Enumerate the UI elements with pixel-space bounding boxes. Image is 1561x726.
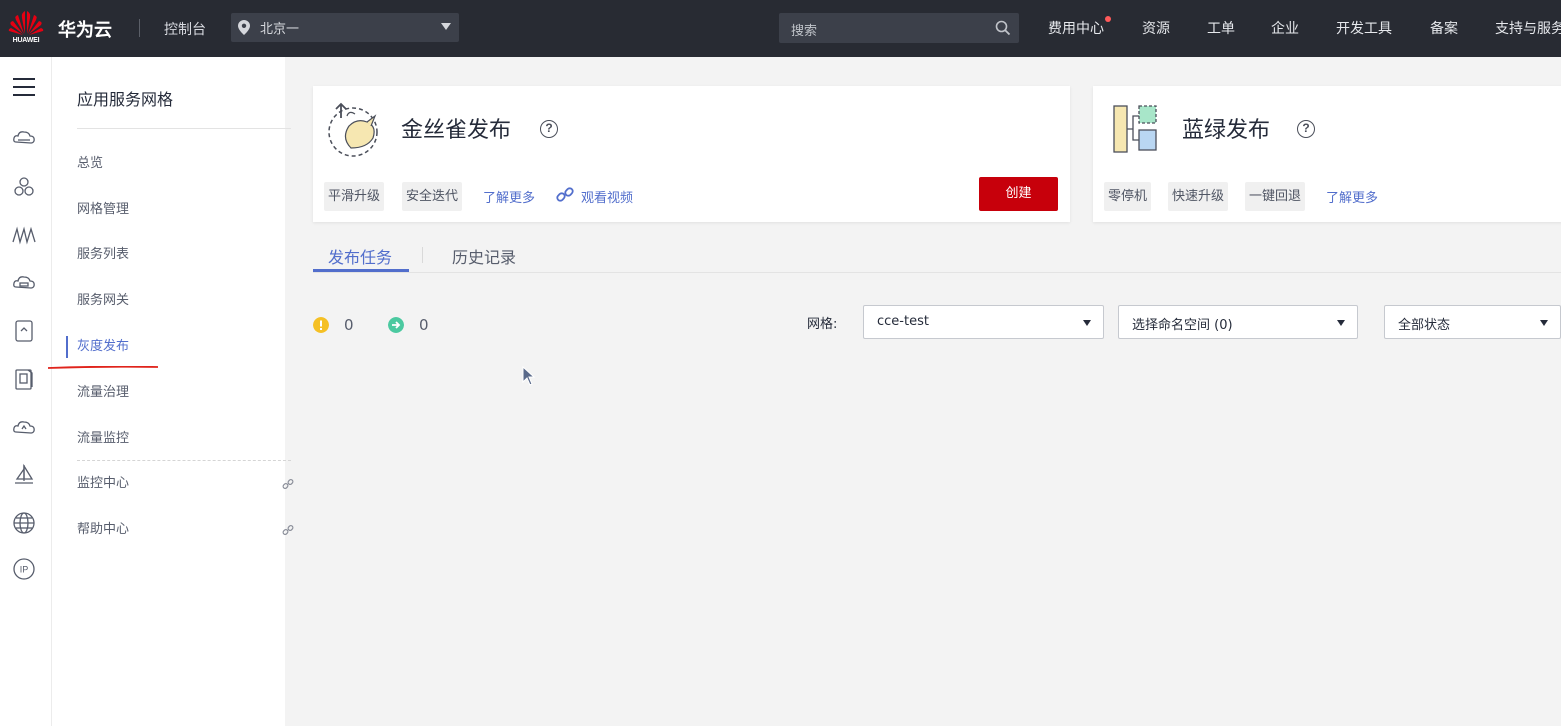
huawei-logo[interactable]: HUAWEI — [8, 10, 44, 48]
canary-release-card: 金丝雀发布 ? 平滑升级 安全迭代 了解更多 观看视频 创建 — [313, 86, 1070, 222]
help-icon[interactable]: ? — [540, 120, 558, 138]
sidebar-item-traffic-governance[interactable]: 流量治理 — [77, 382, 272, 404]
release-tabs: 发布任务 历史记录 — [313, 240, 1561, 273]
bg-tag-zero-downtime: 零停机 — [1104, 182, 1152, 211]
canary-tag-safe-iteration: 安全迭代 — [402, 182, 463, 211]
bg-learn-more-link[interactable]: 了解更多 — [1326, 187, 1378, 206]
status-select[interactable]: 全部状态 — [1384, 305, 1561, 339]
global-search-input[interactable]: 搜索 — [779, 13, 1019, 43]
brand-name[interactable]: 华为云 — [58, 16, 112, 42]
sidebar-item-help-center[interactable]: 帮助中心 — [77, 519, 294, 541]
bg-tag-one-click-rollback: 一键回退 — [1245, 182, 1306, 211]
blue-green-title: 蓝绿发布 — [1182, 118, 1271, 143]
logo-wordmark: HUAWEI — [12, 37, 40, 44]
cloud-refresh-icon[interactable] — [12, 415, 36, 439]
nav-tickets[interactable]: 工单 — [1207, 18, 1235, 38]
notification-dot — [1105, 16, 1111, 22]
link-icon — [556, 187, 574, 202]
canary-title: 金丝雀发布 — [401, 118, 512, 143]
mesh-filter-label: 网格: — [807, 317, 838, 332]
chevron-down-icon — [441, 23, 451, 30]
tab-release-tasks[interactable]: 发布任务 — [328, 244, 392, 268]
warning-count: 0 — [344, 316, 354, 334]
svg-text:IP: IP — [20, 565, 29, 575]
sidebar-item-gray-release[interactable]: 灰度发布 — [77, 336, 272, 358]
mouse-cursor-icon — [522, 366, 536, 386]
arrow-right-circle-icon — [388, 317, 404, 333]
active-tab-underline — [313, 269, 409, 272]
sidebar-item-service-list[interactable]: 服务列表 — [77, 244, 272, 266]
sidebar-item-service-gateway[interactable]: 服务网关 — [77, 290, 272, 312]
ip-icon[interactable]: IP — [12, 557, 36, 581]
tab-history[interactable]: 历史记录 — [452, 244, 516, 268]
caret-down-icon — [1337, 320, 1345, 326]
divider — [139, 19, 140, 37]
divider — [77, 460, 291, 461]
canary-tag-smooth-upgrade: 平滑升级 — [324, 182, 385, 211]
nav-billing-center[interactable]: 费用中心 — [1048, 18, 1104, 38]
service-icon-rail: IP — [0, 57, 52, 726]
cluster-icon[interactable] — [12, 175, 36, 199]
caret-down-icon — [1540, 320, 1548, 326]
secondary-sidebar: 应用服务网格 总览 网格管理 服务列表 服务网关 灰度发布 流量治理 流量监控 … — [48, 57, 294, 726]
sidebar-item-overview[interactable]: 总览 — [77, 153, 272, 175]
huawei-flower-icon — [8, 11, 44, 35]
cloud-storage-icon[interactable] — [12, 271, 36, 295]
nav-dev-tools[interactable]: 开发工具 — [1336, 18, 1392, 38]
canary-watch-video-link[interactable]: 观看视频 — [581, 187, 633, 206]
console-link[interactable]: 控制台 — [164, 19, 206, 39]
caret-down-icon — [1083, 320, 1091, 326]
location-pin-icon — [238, 20, 250, 35]
mesh-select[interactable]: cce-test — [863, 305, 1104, 339]
running-count: 0 — [419, 316, 429, 334]
bg-tag-fast-upgrade: 快速升级 — [1168, 182, 1229, 211]
divider — [422, 247, 423, 263]
blue-green-release-card: 蓝绿发布 ? 零停机 快速升级 一键回退 了解更多 — [1093, 86, 1561, 222]
namespace-select-value: 选择命名空间 (0) — [1132, 318, 1233, 333]
sidebar-title: 应用服务网格 — [77, 90, 174, 109]
namespace-select[interactable]: 选择命名空间 (0) — [1118, 305, 1358, 339]
create-button[interactable]: 创建 — [979, 177, 1058, 211]
canary-bird-icon — [328, 102, 378, 157]
status-select-value: 全部状态 — [1398, 318, 1451, 333]
blue-green-icon — [1113, 105, 1157, 153]
region-value: 北京一 — [260, 22, 300, 37]
sailboat-icon[interactable] — [12, 463, 36, 487]
region-selector[interactable]: 北京一 — [231, 13, 459, 42]
nav-resources[interactable]: 资源 — [1142, 18, 1170, 38]
menu-icon[interactable] — [12, 75, 36, 99]
globe-icon[interactable] — [12, 511, 36, 535]
external-link-icon — [282, 525, 294, 535]
sidebar-item-traffic-monitoring[interactable]: 流量监控 — [77, 428, 272, 450]
help-icon[interactable]: ? — [1297, 120, 1315, 138]
sidebar-item-monitoring-center[interactable]: 监控中心 — [77, 473, 294, 495]
sidebar-item-label: 监控中心 — [77, 476, 130, 491]
sidebar-item-mesh-management[interactable]: 网格管理 — [77, 199, 272, 221]
external-link-icon — [282, 479, 294, 489]
canary-learn-more-link[interactable]: 了解更多 — [483, 187, 535, 206]
nav-filing[interactable]: 备案 — [1430, 18, 1458, 38]
cloud-disk-icon[interactable] — [12, 127, 36, 151]
sidebar-item-label: 帮助中心 — [77, 522, 130, 537]
divider — [77, 128, 291, 129]
mesh-select-value: cce-test — [877, 314, 929, 329]
search-placeholder: 搜索 — [791, 24, 818, 39]
red-annotation-underline — [48, 366, 158, 369]
search-icon[interactable] — [995, 20, 1011, 36]
file-icon[interactable] — [12, 367, 36, 391]
nav-enterprise[interactable]: 企业 — [1271, 18, 1299, 38]
mesh-icon[interactable] — [12, 223, 36, 247]
nav-support[interactable]: 支持与服务 — [1495, 18, 1561, 38]
container-icon[interactable] — [12, 319, 36, 343]
active-indicator — [66, 336, 68, 358]
top-navigation-bar: HUAWEI 华为云 控制台 北京一 搜索 费用中心 资源 工单 企业 开发工具… — [0, 0, 1561, 57]
warning-icon — [313, 317, 329, 333]
